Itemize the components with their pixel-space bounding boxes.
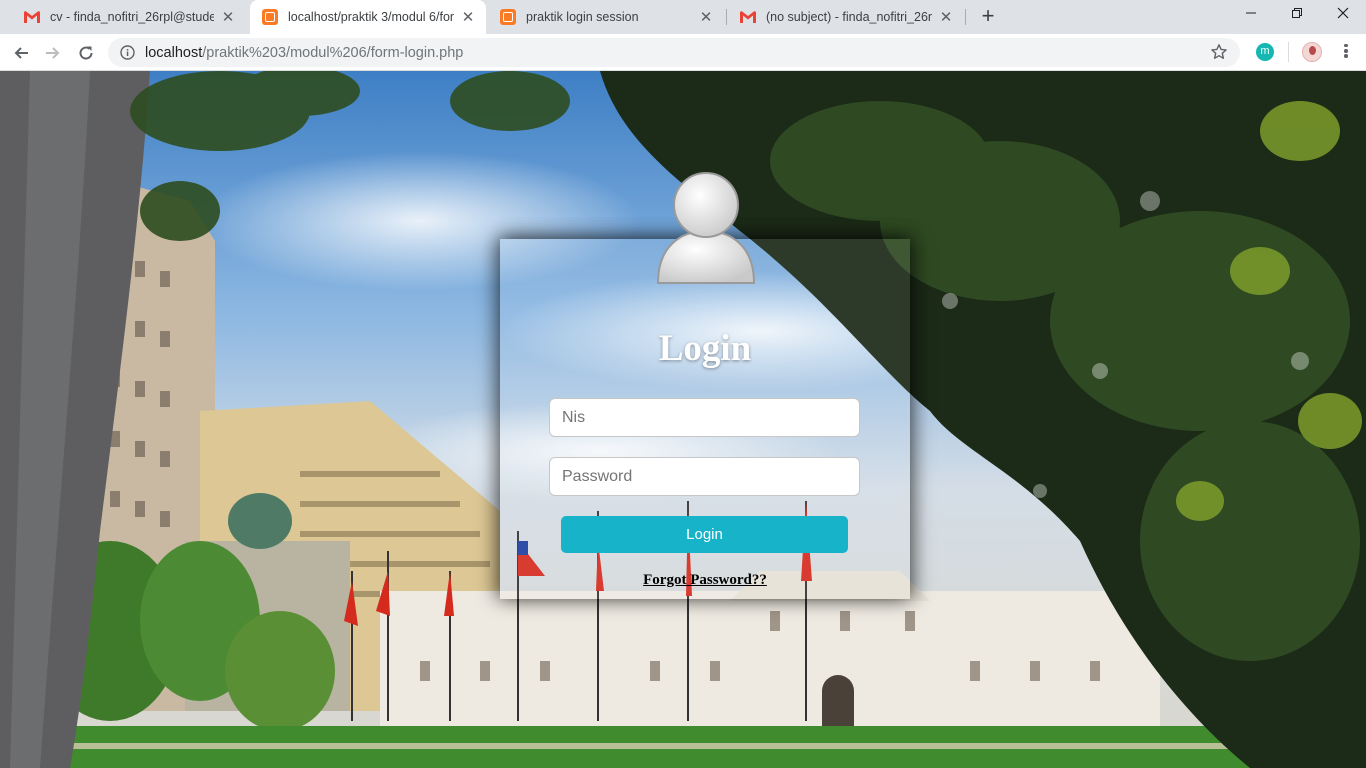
tab-gmail-no-subject[interactable]: (no subject) - finda_nofitri_26rpl@ ✕ [728,0,964,34]
tab-gmail-cv[interactable]: cv - finda_nofitri_26rpl@student. ✕ [12,0,246,34]
url-text: localhost/praktik%203/modul%206/form-log… [145,45,463,61]
gmail-icon [740,11,756,23]
tab-separator [726,9,727,25]
tab-title: praktik login session [526,10,639,24]
tab-title: (no subject) - finda_nofitri_26rpl@ [766,10,932,24]
forward-button[interactable] [40,40,66,66]
back-button[interactable] [8,40,34,66]
restore-icon [1292,8,1302,18]
close-tab-icon[interactable]: ✕ [220,8,236,26]
address-bar[interactable]: localhost/praktik%203/modul%206/form-log… [108,38,1240,67]
menu-kebab-icon[interactable] [1336,42,1356,62]
new-tab-button[interactable]: + [976,4,1000,28]
tab-separator [965,9,966,25]
login-button[interactable]: Login [561,516,848,553]
extension-m-icon[interactable]: m [1256,43,1274,61]
close-icon [1337,7,1349,19]
bookmark-star-icon[interactable] [1210,43,1228,61]
url-host: localhost [145,44,203,61]
minimize-icon [1246,12,1256,14]
tab-title: cv - finda_nofitri_26rpl@student. [50,10,214,24]
page-viewport: Login Login Forgot Password?? [0,71,1366,768]
url-path: /praktik%203/modul%206/form-login.php [202,44,464,61]
close-tab-icon[interactable]: ✕ [938,8,954,26]
toolbar-divider [1288,42,1289,62]
tab-title: localhost/praktik 3/modul 6/form [288,10,454,24]
forward-arrow-icon [46,47,60,59]
gmail-icon [24,11,40,23]
tab-form-login[interactable]: localhost/praktik 3/modul 6/form ✕ [250,0,486,34]
password-input[interactable] [549,457,860,496]
close-tab-icon[interactable]: ✕ [698,8,714,26]
user-avatar-icon [656,172,756,284]
xampp-icon [262,9,278,25]
minimize-button[interactable] [1228,0,1274,30]
back-arrow-icon [14,47,28,59]
profile-avatar[interactable] [1302,42,1322,62]
forgot-password-link[interactable]: Forgot Password?? [500,572,910,589]
browser-toolbar: localhost/praktik%203/modul%206/form-log… [0,34,1366,71]
reload-button[interactable] [73,40,99,66]
close-window-button[interactable] [1320,0,1366,30]
info-icon[interactable] [120,45,135,60]
xampp-icon [500,9,516,25]
login-title: Login [658,328,752,369]
nis-input[interactable] [549,398,860,437]
restore-button[interactable] [1274,0,1320,30]
tab-strip: cv - finda_nofitri_26rpl@student. ✕ loca… [0,0,1366,34]
reload-icon [79,46,93,60]
close-tab-icon[interactable]: ✕ [460,8,476,26]
tab-praktik-login-session[interactable]: praktik login session ✕ [488,0,724,34]
